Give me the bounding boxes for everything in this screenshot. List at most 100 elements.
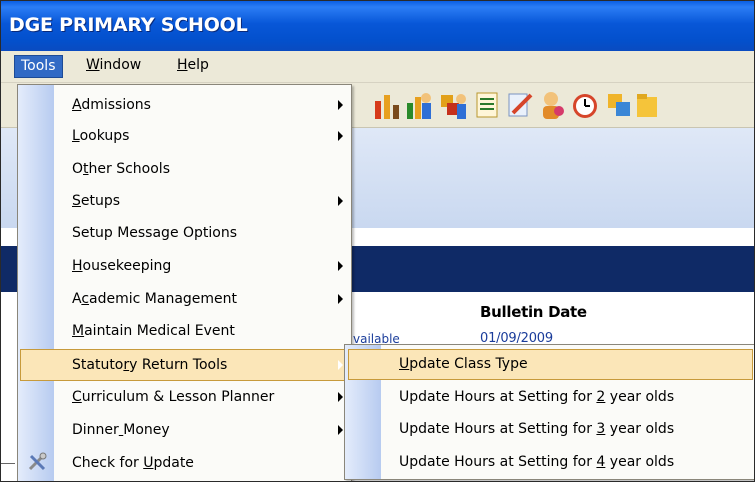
chart-icon[interactable] [373, 89, 403, 121]
menu-item-other-schools-text-rest: her Schools [88, 161, 170, 177]
menu-item-dinner-money-label: Dinner Money [72, 422, 170, 438]
menu-item-academic-management-label: Academic Management [72, 291, 237, 307]
menu-window-mnemonic: W [86, 57, 100, 73]
menu-item-housekeeping-text-rest: ousekeeping [82, 258, 172, 274]
menu-item-lookups-label: Lookups [72, 128, 129, 144]
menu-item-statutory-return-tools-text-rest: y Return Tools [129, 357, 228, 373]
tools-icon [28, 452, 47, 471]
menu-item-other-schools[interactable]: Other Schools [18, 153, 351, 185]
submenu-item-update-hours-4-text: Update Hours at Setting for [399, 454, 597, 470]
submenu-item-update-class-type-mnemonic: U [399, 356, 410, 372]
user-icon[interactable] [537, 89, 567, 121]
menu-item-setup-message-options-label: Setup Message Options [72, 225, 237, 241]
submenu-item-update-class-type[interactable]: Update Class Type [345, 348, 754, 380]
menu-item-setup-message-options[interactable]: Setup Message Options [18, 217, 351, 249]
menu-item-academic-management-mnemonic: c [81, 291, 90, 307]
submenu-item-update-class-type-label: Update Class Type [399, 356, 528, 372]
menu-item-statutory-return-tools-label: Statutory Return Tools [72, 357, 227, 373]
menu-item-curriculum-lesson-planner[interactable]: Curriculum & Lesson Planner [18, 381, 351, 413]
menu-item-academic-management-text-rest: ademic Management [89, 291, 238, 307]
menu-item-setup-message-options-text: Setup Message Options [72, 225, 238, 241]
folder-icon[interactable] [635, 89, 657, 121]
tools-menu: Admissions Lookups Other Schools Setups Setu… [17, 84, 352, 481]
menu-item-other-schools-label: Other Schools [72, 161, 170, 177]
clock-icon[interactable] [570, 89, 600, 121]
submenu-item-update-hours-2-text-rest: year olds [605, 389, 675, 405]
submenu-item-update-hours-3-label: Update Hours at Setting for 3 year olds [399, 421, 674, 437]
menu-item-maintain-medical-event-label: Maintain Medical Event [72, 323, 235, 339]
menu-item-check-for-update[interactable]: Check for Update [18, 447, 351, 479]
menu-item-check-for-update-label: Check for Update [72, 455, 194, 471]
submenu-arrow-icon [338, 131, 343, 141]
menu-item-setups-label: Setups [72, 193, 120, 209]
menu-item-check-for-update-text-rest: pdate [153, 455, 194, 471]
menu-item-setups-mnemonic: S [72, 193, 81, 209]
divider [1, 463, 15, 464]
report-icon[interactable] [472, 89, 502, 121]
title-bar: DGE PRIMARY SCHOOL [1, 1, 754, 51]
menu-item-academic-management-text: A [72, 291, 82, 307]
submenu-arrow-icon [338, 425, 343, 435]
menu-item-maintain-medical-event[interactable]: Maintain Medical Event [18, 315, 351, 347]
bulletin-date-header: Bulletin Date [480, 303, 587, 321]
statutory-return-tools-submenu: Update Class Type Update Hours at Setting… [344, 344, 754, 480]
menu-tools-label: Tools [21, 58, 56, 74]
menu-help[interactable]: Help [171, 55, 215, 76]
submenu-arrow-icon [338, 360, 343, 370]
menu-item-admissions-label: Admissions [72, 97, 151, 113]
transfer-icon[interactable] [604, 89, 634, 121]
submenu-item-update-hours-2-text: Update Hours at Setting for [399, 389, 597, 405]
puzzle-person-icon[interactable] [438, 89, 468, 121]
menu-item-lookups[interactable]: Lookups [18, 120, 351, 152]
menu-help-label: elp [187, 57, 209, 73]
menu-item-admissions[interactable]: Admissions [18, 89, 351, 121]
submenu-item-update-hours-4-label: Update Hours at Setting for 4 year olds [399, 454, 674, 470]
menu-item-statutory-return-tools-text: Statuto [72, 357, 124, 373]
menu-item-statutory-return-tools[interactable]: Statutory Return Tools [18, 349, 351, 381]
submenu-item-update-hours-3-text-rest: year olds [605, 421, 675, 437]
menu-bar: Tools Window Help [1, 51, 754, 83]
window-title: DGE PRIMARY SCHOOL [9, 14, 248, 36]
menu-item-curriculum-lesson-planner-mnemonic: C [72, 389, 82, 405]
menu-item-admissions-mnemonic: A [72, 97, 82, 113]
menu-item-academic-management[interactable]: Academic Management [18, 283, 351, 315]
menu-item-lookups-text-rest: ookups [79, 128, 130, 144]
submenu-item-update-hours-2[interactable]: Update Hours at Setting for 2 year olds [345, 381, 754, 413]
menu-item-setups[interactable]: Setups [18, 185, 351, 217]
submenu-item-update-hours-4[interactable]: Update Hours at Setting for 4 year olds [345, 446, 754, 478]
menu-help-mnemonic: H [177, 57, 188, 73]
submenu-arrow-icon [338, 196, 343, 206]
menu-item-dinner-money[interactable]: Dinner Money [18, 414, 351, 446]
menu-item-dinner-money-text: Dinner [72, 422, 119, 438]
submenu-item-update-hours-3-text: Update Hours at Setting for [399, 421, 597, 437]
chart-person-icon[interactable] [404, 89, 434, 121]
menu-item-admissions-text-rest: dmissions [81, 97, 151, 113]
submenu-arrow-icon [338, 392, 343, 402]
submenu-item-update-hours-4-text-rest: year olds [605, 454, 675, 470]
edit-icon[interactable] [505, 89, 535, 121]
menu-window-label: indow [99, 57, 142, 73]
menu-item-curriculum-lesson-planner-text-rest: urriculum & Lesson Planner [81, 389, 275, 405]
menu-item-lookups-mnemonic: L [72, 128, 80, 144]
menu-item-dinner-money-text-rest: Money [123, 422, 170, 438]
submenu-arrow-icon [338, 261, 343, 271]
menu-item-setups-text-rest: etups [80, 193, 121, 209]
menu-item-check-for-update-mnemonic: U [143, 455, 154, 471]
menu-window[interactable]: Window [80, 55, 147, 76]
submenu-item-update-hours-2-mnemonic: 2 [596, 389, 606, 405]
menu-item-other-schools-text: O [72, 161, 84, 177]
menu-item-housekeeping[interactable]: Housekeeping [18, 250, 351, 282]
submenu-item-update-hours-4-mnemonic: 4 [596, 454, 606, 470]
submenu-item-update-class-type-text-rest: pdate Class Type [409, 356, 528, 372]
menu-tools[interactable]: Tools [14, 55, 63, 78]
menu-item-maintain-medical-event-text-rest: aintain Medical Event [84, 323, 235, 339]
submenu-item-update-hours-2-label: Update Hours at Setting for 2 year olds [399, 389, 674, 405]
menu-item-check-for-update-text: Check for [72, 455, 144, 471]
submenu-item-update-hours-3-mnemonic: 3 [596, 421, 606, 437]
menu-item-housekeeping-mnemonic: H [72, 258, 83, 274]
menu-item-curriculum-lesson-planner-label: Curriculum & Lesson Planner [72, 389, 274, 405]
application-window: DGE PRIMARY SCHOOL Tools Window Help Bul… [0, 0, 755, 482]
submenu-item-update-hours-3[interactable]: Update Hours at Setting for 3 year olds [345, 413, 754, 445]
menu-item-housekeeping-label: Housekeeping [72, 258, 171, 274]
submenu-arrow-icon [338, 100, 343, 110]
